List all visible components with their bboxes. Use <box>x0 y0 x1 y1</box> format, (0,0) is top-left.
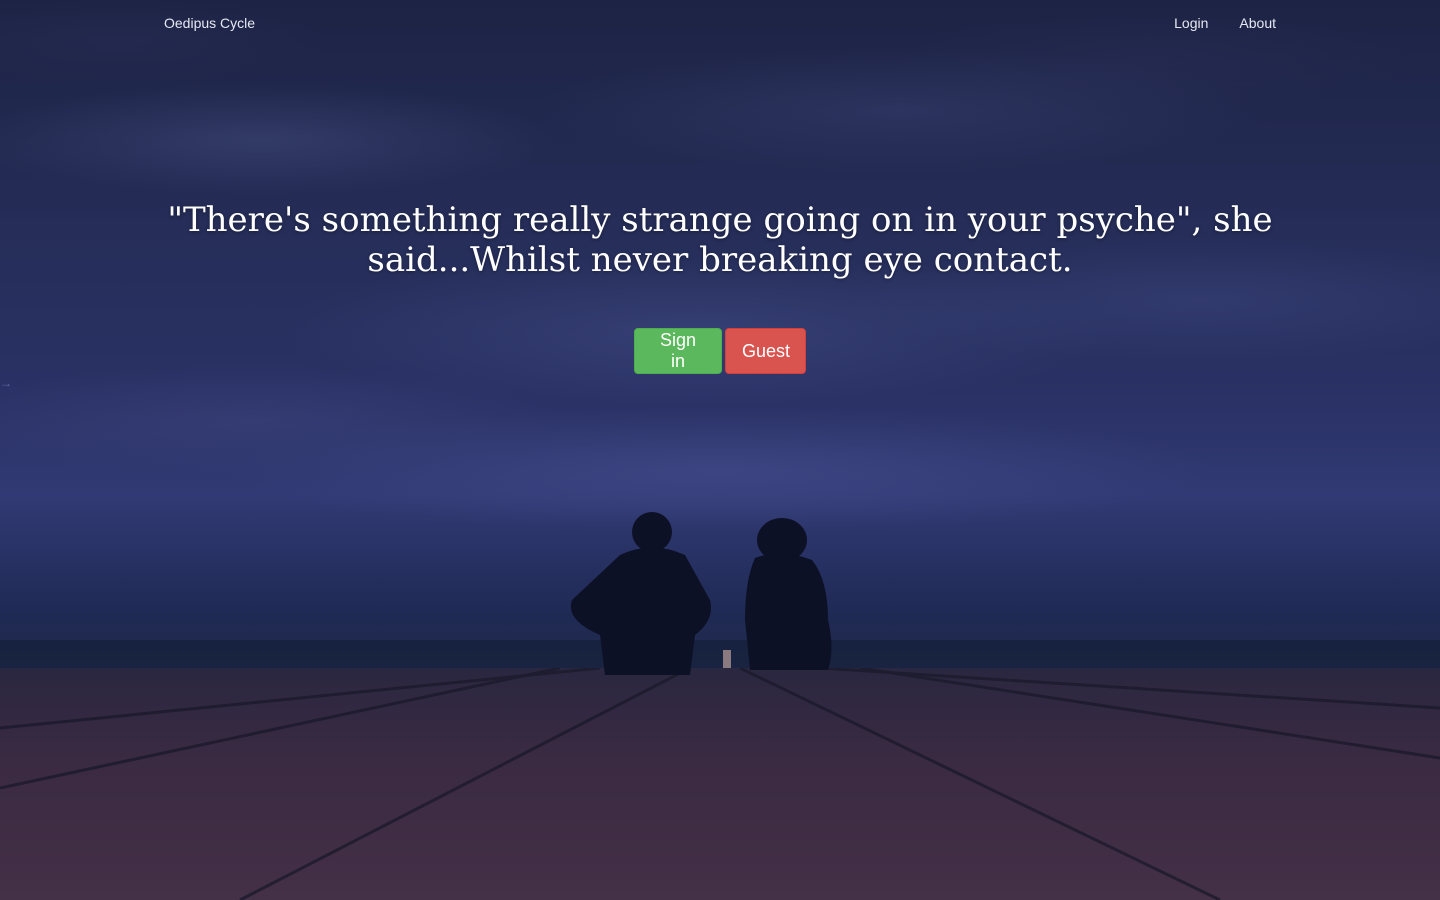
guest-button[interactable]: Guest <box>725 328 806 374</box>
pier-lines <box>0 668 1440 900</box>
nav-login-link[interactable]: Login <box>1174 15 1208 31</box>
can <box>723 650 731 668</box>
hero-quote: "There's something really strange going … <box>167 200 1273 280</box>
arrow-right-icon: → <box>0 376 12 390</box>
hero: "There's something really strange going … <box>160 200 1280 280</box>
sign-in-button[interactable]: Sign in <box>634 328 722 374</box>
nav-about-link[interactable]: About <box>1239 15 1276 31</box>
silhouettes-image <box>570 512 832 675</box>
hero-actions: Sign in Guest <box>634 328 806 374</box>
landing-page: Oedipus Cycle Login About → "There's som… <box>0 0 1440 900</box>
navbar: Oedipus Cycle Login About <box>0 0 1440 50</box>
nav-links: Login About <box>1174 15 1276 31</box>
brand-link[interactable]: Oedipus Cycle <box>164 15 255 31</box>
